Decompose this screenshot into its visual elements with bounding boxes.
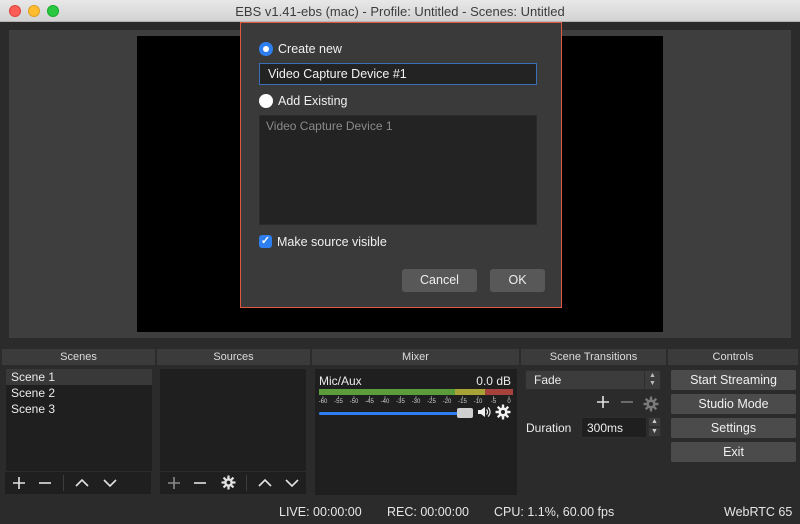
meter-scale-label: -50	[349, 399, 359, 405]
sources-toolbar	[160, 472, 306, 494]
scenes-toolbar	[5, 472, 151, 494]
duration-input[interactable]	[581, 417, 647, 438]
source-name-input[interactable]	[259, 63, 537, 85]
ok-button[interactable]: OK	[490, 269, 545, 292]
create-new-label[interactable]: Create new	[278, 42, 342, 56]
settings-button[interactable]: Settings	[671, 418, 796, 438]
meter-yellow-zone	[455, 389, 485, 395]
meter-green-zone	[319, 389, 455, 395]
minus-icon	[621, 401, 633, 403]
transitions-dock-title: Scene Transitions	[521, 349, 666, 365]
meter-scale-label: -55	[334, 399, 343, 405]
add-transition-button[interactable]	[596, 393, 610, 414]
plus-icon	[597, 396, 609, 408]
toolbar-divider	[246, 475, 247, 491]
mixer-channel-name: Mic/Aux	[319, 374, 362, 388]
move-source-down-button[interactable]	[280, 472, 304, 494]
duration-increment-button[interactable]: ▲	[648, 417, 661, 427]
meter-scale-label: -20	[442, 399, 452, 405]
volume-slider-fill	[319, 412, 465, 415]
meter-scale-label: -30	[411, 399, 421, 405]
scene-transitions-dock: Scene Transitions Fade ▲▼ Duration ▲ ▼	[521, 345, 666, 497]
plus-icon	[168, 477, 180, 489]
mixer-level-readout: 0.0 dB	[476, 374, 511, 388]
webrtc-status: WebRTC 65	[724, 505, 793, 519]
sources-dock-title: Sources	[157, 349, 310, 365]
window-title: EBS v1.41-ebs (mac) - Profile: Untitled …	[235, 4, 565, 19]
move-scene-down-button[interactable]	[98, 472, 122, 494]
gear-icon	[220, 475, 236, 490]
add-existing-label[interactable]: Add Existing	[278, 94, 347, 108]
speaker-icon[interactable]	[477, 405, 491, 419]
make-visible-label[interactable]: Make source visible	[277, 235, 387, 249]
volume-slider-handle[interactable]	[457, 408, 473, 418]
meter-scale-label: -45	[365, 399, 374, 405]
duration-label: Duration	[526, 421, 572, 435]
meter-scale-label: -60	[318, 399, 328, 405]
chevron-up-icon	[258, 478, 272, 487]
minus-icon	[194, 482, 206, 484]
meter-scale-label: -15	[458, 399, 467, 405]
title-bar: EBS v1.41-ebs (mac) - Profile: Untitled …	[0, 0, 800, 22]
scenes-list[interactable]: Scene 1 Scene 2 Scene 3	[6, 369, 152, 471]
move-source-up-button[interactable]	[253, 472, 277, 494]
gear-icon[interactable]	[643, 396, 659, 412]
meter-scale-label: -40	[380, 399, 390, 405]
meter-red-zone	[485, 389, 513, 395]
duration-stepper[interactable]: ▲ ▼	[648, 417, 661, 438]
scene-item[interactable]: Scene 1	[6, 369, 152, 385]
add-existing-radio[interactable]	[259, 94, 273, 108]
make-visible-checkbox[interactable]: ✓	[259, 235, 272, 248]
gear-icon[interactable]	[495, 404, 511, 420]
scene-item[interactable]: Scene 3	[6, 401, 152, 417]
transition-selected-value: Fade	[534, 373, 562, 387]
studio-mode-button[interactable]: Studio Mode	[671, 394, 796, 414]
mixer-dock-title: Mixer	[312, 349, 519, 365]
source-properties-button[interactable]	[216, 472, 240, 494]
mixer-dock: Mixer Mic/Aux 0.0 dB -60 -55 -50 -45 -40 -35-…	[312, 345, 519, 497]
add-source-button[interactable]	[162, 472, 186, 494]
cpu-status: CPU: 1.1%, 60.00 fps	[494, 505, 615, 519]
sources-list[interactable]	[160, 369, 306, 471]
sources-dock: Sources	[157, 345, 310, 497]
remove-transition-button[interactable]	[620, 393, 634, 414]
volume-slider[interactable]	[319, 408, 473, 418]
meter-scale-label: -25	[427, 399, 436, 405]
scenes-dock-title: Scenes	[2, 349, 155, 365]
meter-scale-label: -35	[396, 399, 405, 405]
move-scene-up-button[interactable]	[70, 472, 94, 494]
controls-dock-title: Controls	[668, 349, 798, 365]
controls-dock: Controls Start Streaming Studio Mode Set…	[668, 345, 798, 497]
create-new-radio[interactable]	[259, 42, 273, 56]
transition-select[interactable]: Fade ▲ ▼	[525, 370, 661, 390]
scene-item[interactable]: Scene 2	[6, 385, 152, 401]
start-streaming-button[interactable]: Start Streaming	[671, 370, 796, 390]
select-arrows-icon: ▲ ▼	[644, 371, 660, 389]
remove-scene-button[interactable]	[33, 472, 57, 494]
chevron-up-icon	[75, 478, 89, 487]
duration-decrement-button[interactable]: ▼	[648, 427, 661, 437]
chevron-down-icon	[103, 479, 117, 488]
rec-status: REC: 00:00:00	[387, 505, 469, 519]
existing-sources-list[interactable]: Video Capture Device 1	[259, 115, 537, 225]
minus-icon	[39, 482, 51, 484]
scenes-dock: Scenes Scene 1 Scene 2 Scene 3	[2, 345, 155, 497]
docks-area: Scenes Scene 1 Scene 2 Scene 3 Sources M…	[0, 345, 800, 497]
cancel-button[interactable]: Cancel	[402, 269, 477, 292]
live-status: LIVE: 00:00:00	[279, 505, 362, 519]
existing-source-item[interactable]: Video Capture Device 1	[266, 119, 393, 133]
chevron-down-icon	[285, 479, 299, 488]
remove-source-button[interactable]	[188, 472, 212, 494]
plus-icon	[13, 477, 25, 489]
mixer-channel: Mic/Aux 0.0 dB -60 -55 -50 -45 -40 -35 -30 -25-…	[315, 369, 517, 495]
exit-button[interactable]: Exit	[671, 442, 796, 462]
volume-meter	[319, 389, 513, 395]
add-scene-button[interactable]	[7, 472, 31, 494]
toolbar-divider	[63, 475, 64, 491]
select-source-dialog: Create new Add Existing Video Capture De…	[240, 22, 562, 308]
status-bar: LIVE: 00:00:00 REC: 00:00:00 CPU: 1.1%, …	[0, 500, 800, 524]
